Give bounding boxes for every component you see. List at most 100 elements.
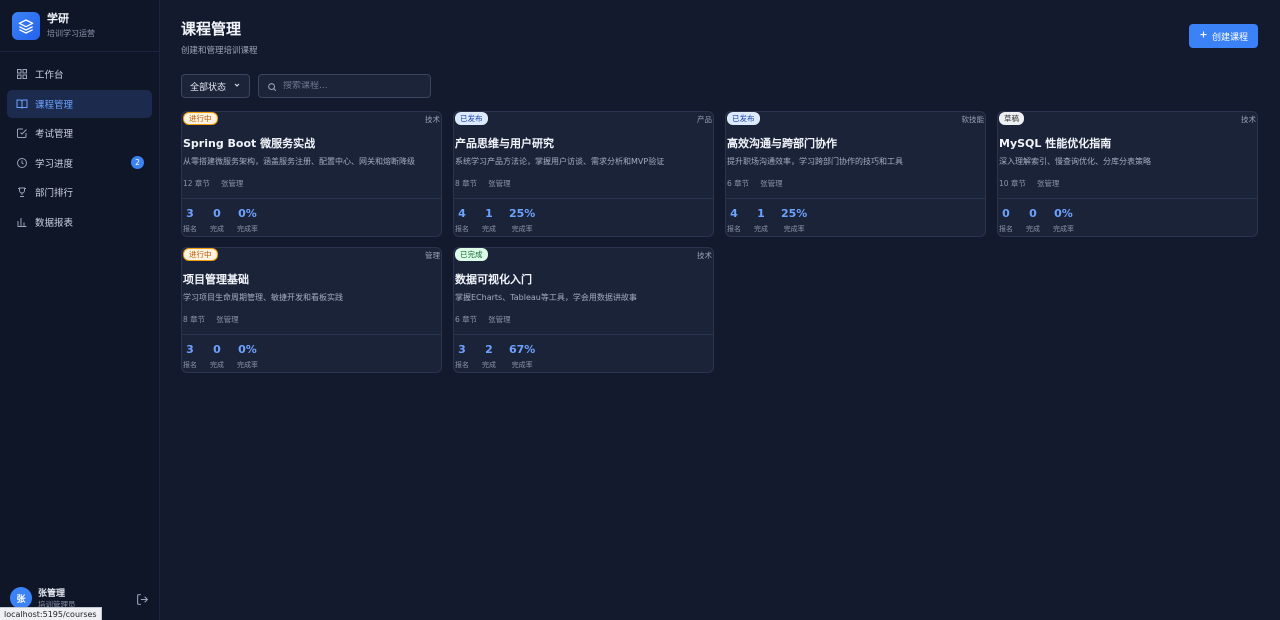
completed-count: 1 [485, 207, 493, 220]
completion-rate: 0% [238, 207, 257, 220]
completion-rate-label: 完成率 [783, 225, 805, 233]
status-badge: 进行中 [183, 112, 218, 125]
course-author: 张管理 [216, 315, 239, 324]
course-card[interactable]: 进行中 技术 Spring Boot 微服务实战 从零搭建微服务架构，涵盖服务注… [181, 111, 442, 237]
course-title: 项目管理基础 [183, 273, 249, 286]
enrolled-label: 报名 [455, 225, 469, 233]
divider [454, 334, 713, 335]
logout-icon[interactable] [136, 591, 150, 605]
completion-rate: 0% [238, 343, 257, 356]
completed-label: 完成 [482, 225, 496, 233]
completed-count: 1 [757, 207, 765, 220]
completed-label: 完成 [754, 225, 768, 233]
notification-badge: 2 [131, 156, 144, 170]
course-description: 从零搭建微服务架构，涵盖服务注册、配置中心、网关和熔断降级 [183, 157, 415, 166]
brand: 学研 培训学习运营 [0, 0, 159, 52]
sidebar-item-label: 数据报表 [35, 217, 74, 229]
layers-icon [12, 11, 40, 40]
completed-count: 0 [213, 207, 221, 220]
course-grid: 进行中 技术 Spring Boot 微服务实战 从零搭建微服务架构，涵盖服务注… [181, 111, 1258, 373]
course-author: 张管理 [488, 179, 511, 188]
avatar[interactable]: 张 [10, 587, 32, 609]
course-title: 高效沟通与跨部门协作 [727, 137, 837, 150]
course-card[interactable]: 已完成 技术 数据可视化入门 掌握ECharts、Tableau等工具，学会用数… [453, 247, 714, 373]
course-card[interactable]: 已发布 软技能 高效沟通与跨部门协作 提升职场沟通效率，学习跨部门协作的技巧和工… [725, 111, 986, 237]
enrolled-count: 3 [186, 343, 194, 356]
filter-bar: 全部状态 [181, 74, 1258, 98]
brand-title: 学研 [47, 11, 69, 25]
completed-count: 0 [213, 343, 221, 356]
course-title: 产品思维与用户研究 [455, 137, 554, 150]
main-content: 课程管理 创建和管理培训课程 创建课程 全部状态 搜索课程... 进行中 技术 … [160, 0, 1280, 620]
divider [998, 198, 1257, 199]
sidebar-item-label: 工作台 [35, 70, 64, 81]
course-card[interactable]: 草稿 技术 MySQL 性能优化指南 深入理解索引、慢查询优化、分库分表策略 1… [997, 111, 1258, 237]
course-author: 张管理 [220, 179, 244, 188]
page-subtitle: 创建和管理培训课程 [181, 46, 258, 56]
enrolled-label: 报名 [183, 225, 197, 233]
plus-icon [1199, 30, 1208, 42]
page-title: 课程管理 [181, 20, 242, 38]
clock-icon [15, 156, 28, 169]
trophy-icon [15, 186, 28, 199]
course-category: 软技能 [961, 115, 985, 124]
divider [454, 198, 713, 199]
sidebar-item-label: 考试管理 [35, 129, 74, 141]
completion-rate: 67% [509, 343, 536, 356]
course-category: 技术 [425, 115, 440, 124]
enrolled-label: 报名 [455, 361, 469, 369]
status-badge: 草稿 [999, 112, 1024, 125]
course-category: 管理 [425, 251, 440, 260]
completion-rate-label: 完成率 [237, 225, 258, 233]
sidebar-item-label: 课程管理 [35, 99, 74, 111]
sidebar-item-progress[interactable]: 学习进度 2 [7, 149, 152, 177]
enrolled-count: 4 [730, 207, 738, 220]
status-select-value: 全部状态 [190, 82, 227, 93]
course-chapters: 6 章节 [455, 315, 478, 324]
sidebar-item-reports[interactable]: 数据报表 [7, 208, 152, 236]
course-description: 系统学习产品方法论，掌握用户访谈、需求分析和MVP验证 [455, 157, 665, 166]
exam-icon [15, 127, 28, 140]
enrolled-label: 报名 [999, 225, 1013, 233]
completion-rate: 25% [509, 207, 536, 220]
sidebar-item-dashboard[interactable]: 工作台 [7, 60, 152, 88]
book-icon [15, 97, 28, 110]
sidebar-item-ranking[interactable]: 部门排行 [7, 178, 152, 206]
course-category: 技术 [697, 251, 712, 260]
course-chapters: 6 章节 [727, 179, 750, 188]
user-name: 张管理 [38, 589, 66, 599]
enrolled-count: 3 [186, 207, 194, 220]
completion-rate: 0% [1054, 207, 1073, 220]
completed-count: 2 [485, 343, 493, 356]
course-card[interactable]: 已发布 产品 产品思维与用户研究 系统学习产品方法论，掌握用户访谈、需求分析和M… [453, 111, 714, 237]
search-icon [267, 77, 277, 96]
sidebar: 学研 培训学习运营 工作台 课程管理 考试管理 学习进度 2 部门排行 数据报表… [0, 0, 160, 620]
course-description: 提升职场沟通效率，学习跨部门协作的技巧和工具 [727, 157, 903, 166]
course-author: 张管理 [760, 179, 783, 188]
completion-rate-label: 完成率 [1053, 225, 1074, 233]
completion-rate-label: 完成率 [511, 361, 533, 369]
app: 学研 培训学习运营 工作台 课程管理 考试管理 学习进度 2 部门排行 数据报表… [0, 0, 1280, 620]
chevron-down-icon [233, 81, 241, 92]
enrolled-count: 0 [1002, 207, 1010, 220]
browser-status-url: localhost:5195/courses [0, 607, 102, 620]
sidebar-item-courses[interactable]: 课程管理 [7, 89, 152, 118]
enrolled-label: 报名 [183, 361, 197, 369]
enrolled-label: 报名 [727, 225, 741, 233]
search-input[interactable] [283, 81, 422, 91]
course-author: 张管理 [1036, 179, 1060, 188]
status-badge: 已发布 [455, 112, 488, 125]
sidebar-item-label: 部门排行 [35, 188, 74, 200]
create-course-label: 创建课程 [1211, 32, 1248, 43]
search-box[interactable] [258, 74, 431, 98]
course-chapters: 8 章节 [455, 179, 478, 188]
sidebar-item-exams[interactable]: 考试管理 [7, 119, 152, 147]
course-title: MySQL 性能优化指南 [999, 137, 1112, 150]
completion-rate-label: 完成率 [237, 361, 258, 369]
create-course-button[interactable]: 创建课程 [1188, 24, 1258, 48]
course-category: 技术 [1241, 115, 1256, 124]
status-select[interactable]: 全部状态 [181, 74, 250, 98]
course-card[interactable]: 进行中 管理 项目管理基础 学习项目生命周期管理、敏捷开发和看板实践 8 章节 张… [181, 247, 442, 373]
course-chapters: 10 章节 [999, 179, 1026, 188]
sidebar-nav: 工作台 课程管理 考试管理 学习进度 2 部门排行 数据报表 [0, 52, 159, 246]
